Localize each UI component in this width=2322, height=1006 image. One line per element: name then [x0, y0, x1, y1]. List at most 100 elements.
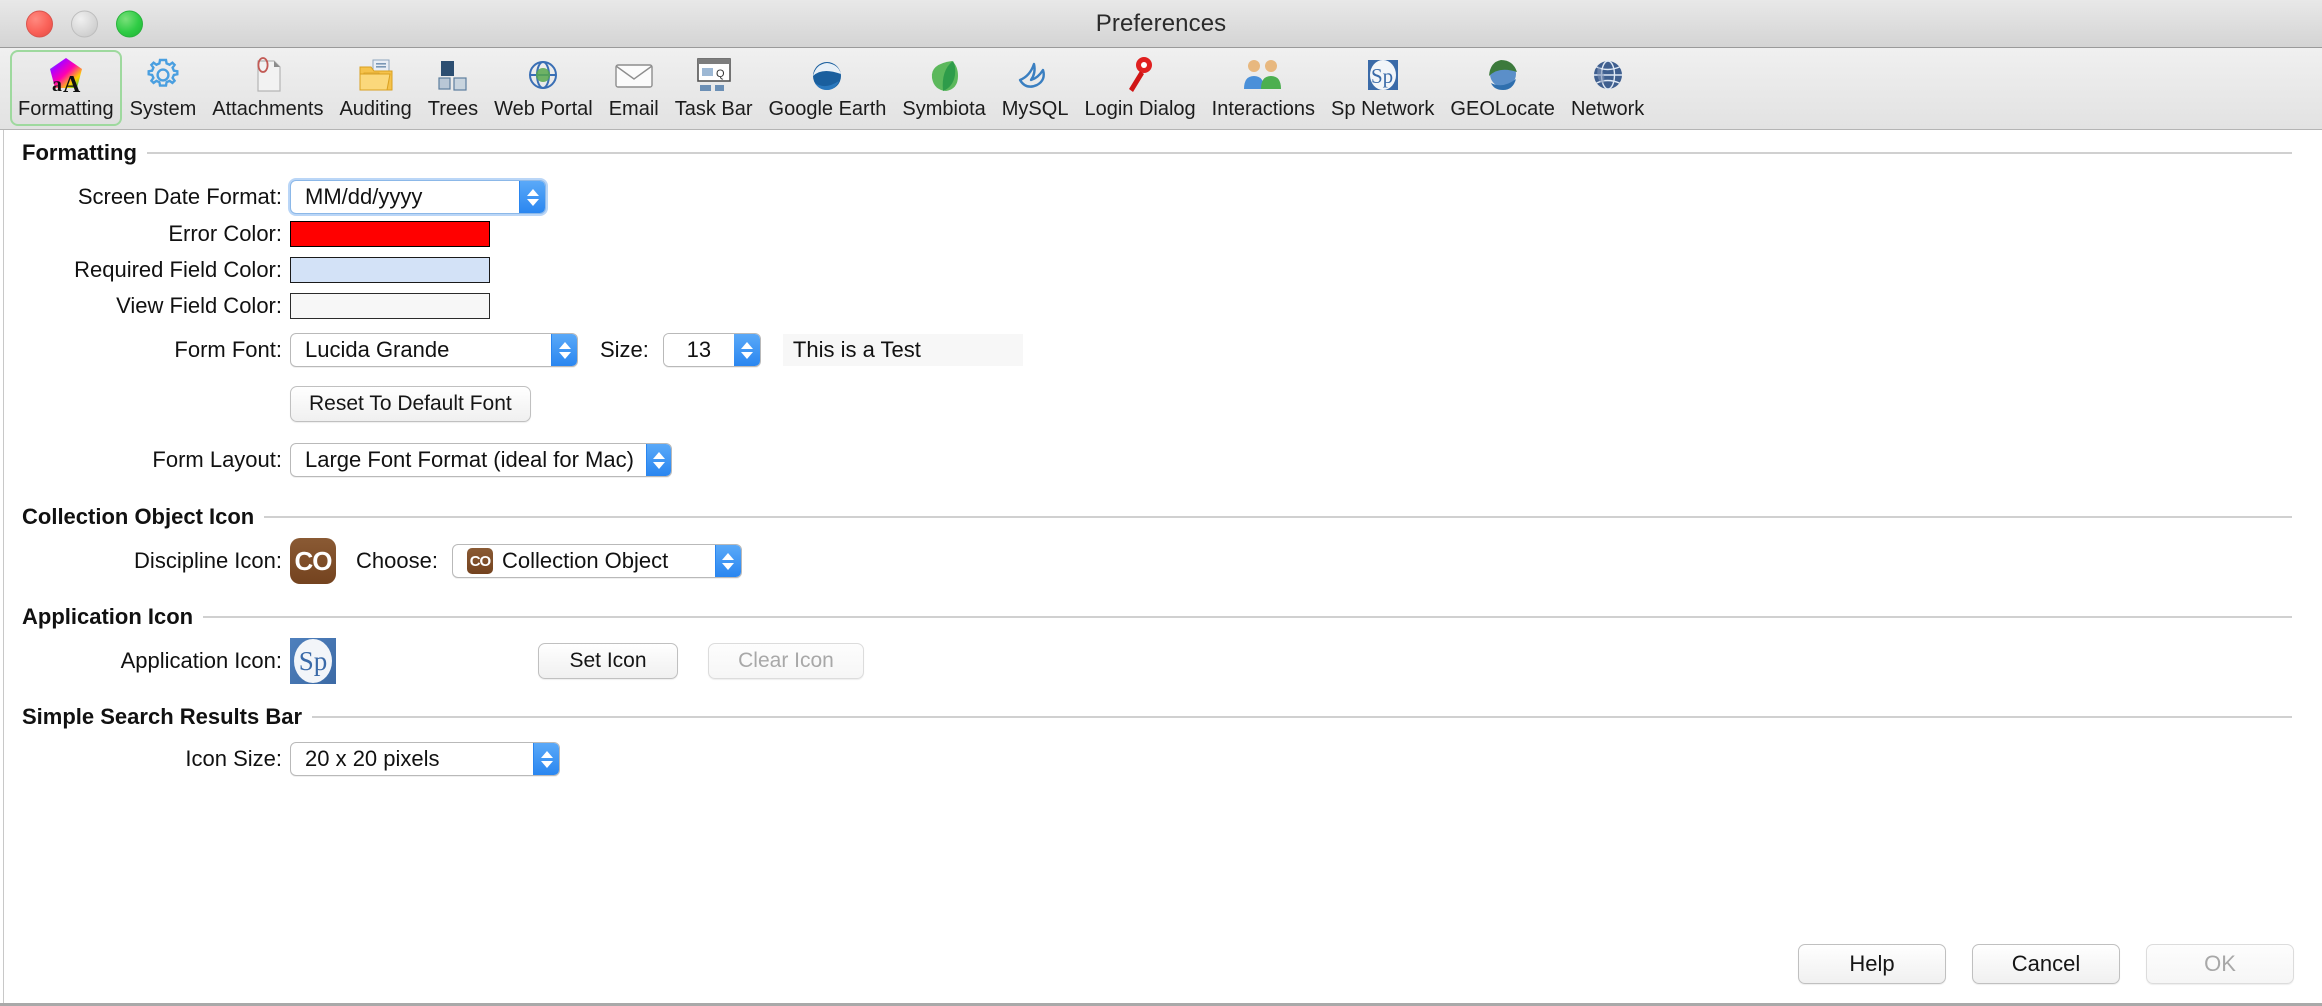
section-header-simple-search-results-bar: Simple Search Results Bar [22, 694, 2300, 730]
form-font-select[interactable]: Lucida Grande [290, 333, 578, 367]
toolbar-item-system[interactable]: System [122, 50, 205, 126]
geolocate-icon [1482, 54, 1524, 96]
discipline-icon-label: Discipline Icon: [134, 548, 282, 573]
globe-gear-icon [522, 54, 564, 96]
toolbar-item-task-bar[interactable]: Q Task Bar [667, 50, 761, 126]
toolbar-item-network[interactable]: Network [1563, 50, 1652, 126]
discipline-icon-select[interactable]: CO Collection Object [451, 544, 742, 578]
toolbar-item-symbiota[interactable]: Symbiota [894, 50, 993, 126]
section-rule [264, 516, 2292, 518]
section-title: Formatting [22, 140, 137, 165]
toolbar-item-interactions[interactable]: Interactions [1204, 50, 1323, 126]
discipline-icon-value: Collection Object [501, 548, 669, 573]
section-rule [312, 716, 2292, 718]
gear-icon [142, 54, 184, 96]
screen-date-format-label: Screen Date Format: [77, 184, 282, 209]
dialog-button-bar: Help Cancel OK [1798, 944, 2294, 984]
nodes-icon [432, 54, 474, 96]
toolbar-label: Email [608, 98, 659, 120]
toolbar-label: Attachments [212, 98, 324, 120]
toolbar-item-attachments[interactable]: Attachments [204, 50, 331, 126]
preferences-content-panel: Formatting Screen Date Format: MM/dd/yyy… [0, 130, 2322, 1006]
icon-size-select[interactable]: 20 x 20 pixels [290, 742, 560, 776]
toolbar-label: GEOLocate [1450, 98, 1555, 120]
sp-icon-text: Sp [298, 645, 328, 676]
window-title: Preferences [1095, 9, 1227, 37]
window-titlebar: Preferences [0, 0, 2322, 48]
red-key-icon [1119, 54, 1161, 96]
toolbar-item-formatting[interactable]: a A Formatting [10, 50, 122, 126]
chevron-updown-icon[interactable] [733, 334, 760, 366]
row-screen-date-format: Screen Date Format: MM/dd/yyyy [0, 178, 2300, 216]
help-button[interactable]: Help [1798, 944, 1946, 984]
toolbar-item-mysql[interactable]: MySQL [994, 50, 1077, 126]
required-field-color-swatch[interactable] [290, 257, 490, 283]
error-color-label: Error Color: [168, 221, 282, 246]
icon-size-label: Icon Size: [185, 746, 282, 771]
row-icon-size: Icon Size: 20 x 20 pixels [0, 730, 2300, 788]
section-title: Application Icon [22, 604, 194, 629]
sp-application-icon: Sp [290, 638, 336, 684]
row-application-icon: Application Icon: Sp Set Icon Clear Icon [0, 630, 2300, 692]
cancel-button[interactable]: Cancel [1972, 944, 2120, 984]
folder-documents-icon [355, 54, 397, 96]
toolbar-item-sp-network[interactable]: Sp Sp Network [1323, 50, 1442, 126]
section-title: Collection Object Icon [22, 504, 255, 529]
view-field-color-label: View Field Color: [116, 293, 282, 318]
sp-network-icon: Sp [1362, 54, 1404, 96]
font-size-stepper[interactable]: 13 [662, 333, 761, 367]
row-required-field-color: Required Field Color: [0, 252, 2300, 288]
row-reset-font: Reset To Default Font [0, 376, 2300, 432]
toolbar-item-trees[interactable]: Trees [420, 50, 486, 126]
chevron-updown-icon[interactable] [645, 444, 671, 476]
row-error-color: Error Color: [0, 216, 2300, 252]
toolbar-item-web-portal[interactable]: Web Portal [486, 50, 601, 126]
mysql-dolphin-icon [1014, 54, 1056, 96]
discipline-icon-select-content: CO Collection Object [453, 545, 715, 577]
error-color-swatch[interactable] [290, 221, 490, 247]
minimize-button[interactable] [71, 10, 98, 37]
toolbar-item-auditing[interactable]: Auditing [331, 50, 419, 126]
size-label: Size: [600, 337, 649, 362]
reset-to-default-font-button[interactable]: Reset To Default Font [290, 386, 531, 422]
font-size-value[interactable]: 13 [663, 334, 734, 366]
chevron-updown-icon[interactable] [519, 181, 545, 213]
application-icon-label: Application Icon: [120, 648, 282, 673]
choose-label: Choose: [356, 548, 438, 573]
envelope-icon [613, 54, 655, 96]
section-header-formatting: Formatting [22, 130, 2300, 166]
toolbar-item-google-earth[interactable]: Google Earth [761, 50, 895, 126]
clear-icon-button: Clear Icon [708, 643, 864, 679]
toolbar-label: System [129, 98, 197, 120]
view-field-color-swatch[interactable] [290, 293, 490, 319]
font-sample-text: This is a Test [782, 334, 1023, 366]
chevron-updown-icon[interactable] [533, 743, 559, 775]
form-font-label: Form Font: [174, 337, 282, 362]
form-layout-value: Large Font Format (ideal for Mac) [305, 447, 634, 472]
svg-text:a: a [52, 74, 62, 95]
toolbar-label: Google Earth [768, 98, 887, 120]
close-button[interactable] [26, 10, 53, 37]
row-view-field-color: View Field Color: [0, 288, 2300, 324]
toolbar-item-email[interactable]: Email [601, 50, 667, 126]
form-layout-select[interactable]: Large Font Format (ideal for Mac) [290, 443, 672, 477]
people-icon [1242, 54, 1284, 96]
screen-date-format-select[interactable]: MM/dd/yyyy [290, 180, 546, 214]
svg-text:Q: Q [716, 68, 725, 80]
window-controls [26, 10, 143, 37]
toolbar-item-geolocate[interactable]: GEOLocate [1442, 50, 1563, 126]
toolbar-item-login-dialog[interactable]: Login Dialog [1076, 50, 1203, 126]
icon-size-value: 20 x 20 pixels [305, 746, 440, 771]
toolbar-label: Web Portal [494, 98, 593, 120]
set-icon-button[interactable]: Set Icon [538, 643, 678, 679]
toolbar-label: Task Bar [674, 98, 753, 120]
chevron-updown-icon[interactable] [714, 545, 741, 577]
collection-object-icon: CO [290, 538, 336, 584]
collection-object-icon-small: CO [466, 548, 493, 574]
row-form-layout: Form Layout: Large Font Format (ideal fo… [0, 432, 2300, 488]
paperclip-document-icon [247, 54, 289, 96]
svg-text:A: A [63, 72, 81, 95]
chevron-updown-icon[interactable] [551, 334, 577, 366]
section-title: Simple Search Results Bar [22, 704, 303, 729]
zoom-button[interactable] [116, 10, 143, 37]
